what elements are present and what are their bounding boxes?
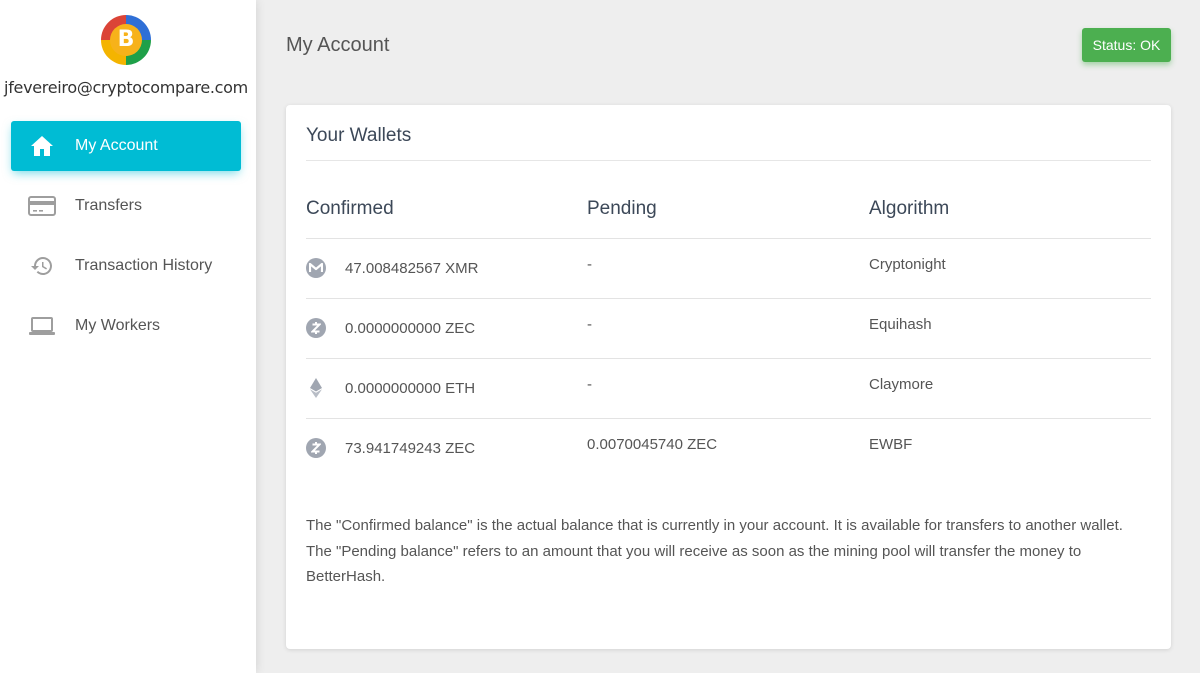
sidebar: B jfevereiro@cryptocompare.com My Accoun… <box>0 0 256 673</box>
confirmed-cell: 47.008482567 XMR <box>306 258 478 278</box>
column-header-confirmed: Confirmed <box>306 198 394 219</box>
wallets-table: Confirmed Pending Algorithm 47.008482567… <box>306 180 1151 479</box>
card-title: Your Wallets <box>306 125 412 146</box>
bitcoin-logo-icon: B <box>101 15 151 65</box>
table-row: 47.008482567 XMR - Cryptonight <box>306 239 1151 299</box>
pending-value: - <box>587 316 592 333</box>
confirmed-value: 0.0000000000 ETH <box>345 379 476 397</box>
logo-letter: B <box>110 24 142 56</box>
history-icon <box>27 254 57 278</box>
credit-card-icon <box>27 194 57 218</box>
monero-icon <box>306 258 326 278</box>
zcash-icon <box>306 438 326 458</box>
confirmed-cell: 0.0000000000 ZEC <box>306 318 475 338</box>
column-header-pending: Pending <box>587 198 657 219</box>
table-row: 73.941749243 ZEC 0.0070045740 ZEC EWBF <box>306 419 1151 479</box>
sidebar-item-label: Transaction History <box>75 257 213 274</box>
table-row: 0.0000000000 ZEC - Equihash <box>306 299 1151 359</box>
user-email: jfevereiro@cryptocompare.com <box>4 78 248 97</box>
confirmed-value: 73.941749243 ZEC <box>345 439 476 457</box>
sidebar-item-label: My Workers <box>75 317 161 334</box>
confirmed-cell: 0.0000000000 ETH <box>306 378 475 398</box>
algorithm-value: Cryptonight <box>869 256 946 273</box>
algorithm-value: Equihash <box>869 316 932 333</box>
sidebar-item-transfers[interactable]: Transfers <box>11 181 241 231</box>
sidebar-item-label: My Account <box>75 137 158 154</box>
pending-value: 0.0070045740 ZEC <box>587 436 718 453</box>
page-title: My Account <box>286 34 390 56</box>
ethereum-icon <box>306 378 326 398</box>
home-icon <box>27 134 57 158</box>
sidebar-item-my-workers[interactable]: My Workers <box>11 301 241 351</box>
algorithm-value: Claymore <box>869 376 934 393</box>
wallets-card: Your Wallets Confirmed Pending Algorithm… <box>286 105 1171 649</box>
pending-value: - <box>587 376 592 393</box>
divider <box>306 160 1151 161</box>
column-header-algorithm: Algorithm <box>869 198 950 219</box>
zcash-icon <box>306 318 326 338</box>
status-badge[interactable]: Status: OK <box>1082 28 1171 62</box>
table-row: 0.0000000000 ETH - Claymore <box>306 359 1151 419</box>
sidebar-item-my-account[interactable]: My Account <box>11 121 241 171</box>
confirmed-cell: 73.941749243 ZEC <box>306 438 475 458</box>
confirmed-value: 47.008482567 XMR <box>345 259 479 277</box>
sidebar-item-transaction-history[interactable]: Transaction History <box>11 241 241 291</box>
algorithm-value: EWBF <box>869 436 913 453</box>
sidebar-nav: My Account Transfers Transaction History… <box>11 121 241 361</box>
sidebar-item-label: Transfers <box>75 197 142 214</box>
confirmed-value: 0.0000000000 ZEC <box>345 319 476 337</box>
laptop-icon <box>27 314 57 338</box>
pending-value: - <box>587 256 592 273</box>
table-header-row: Confirmed Pending Algorithm <box>306 180 1151 239</box>
balance-explanation: The "Confirmed balance" is the actual ba… <box>306 517 1123 585</box>
